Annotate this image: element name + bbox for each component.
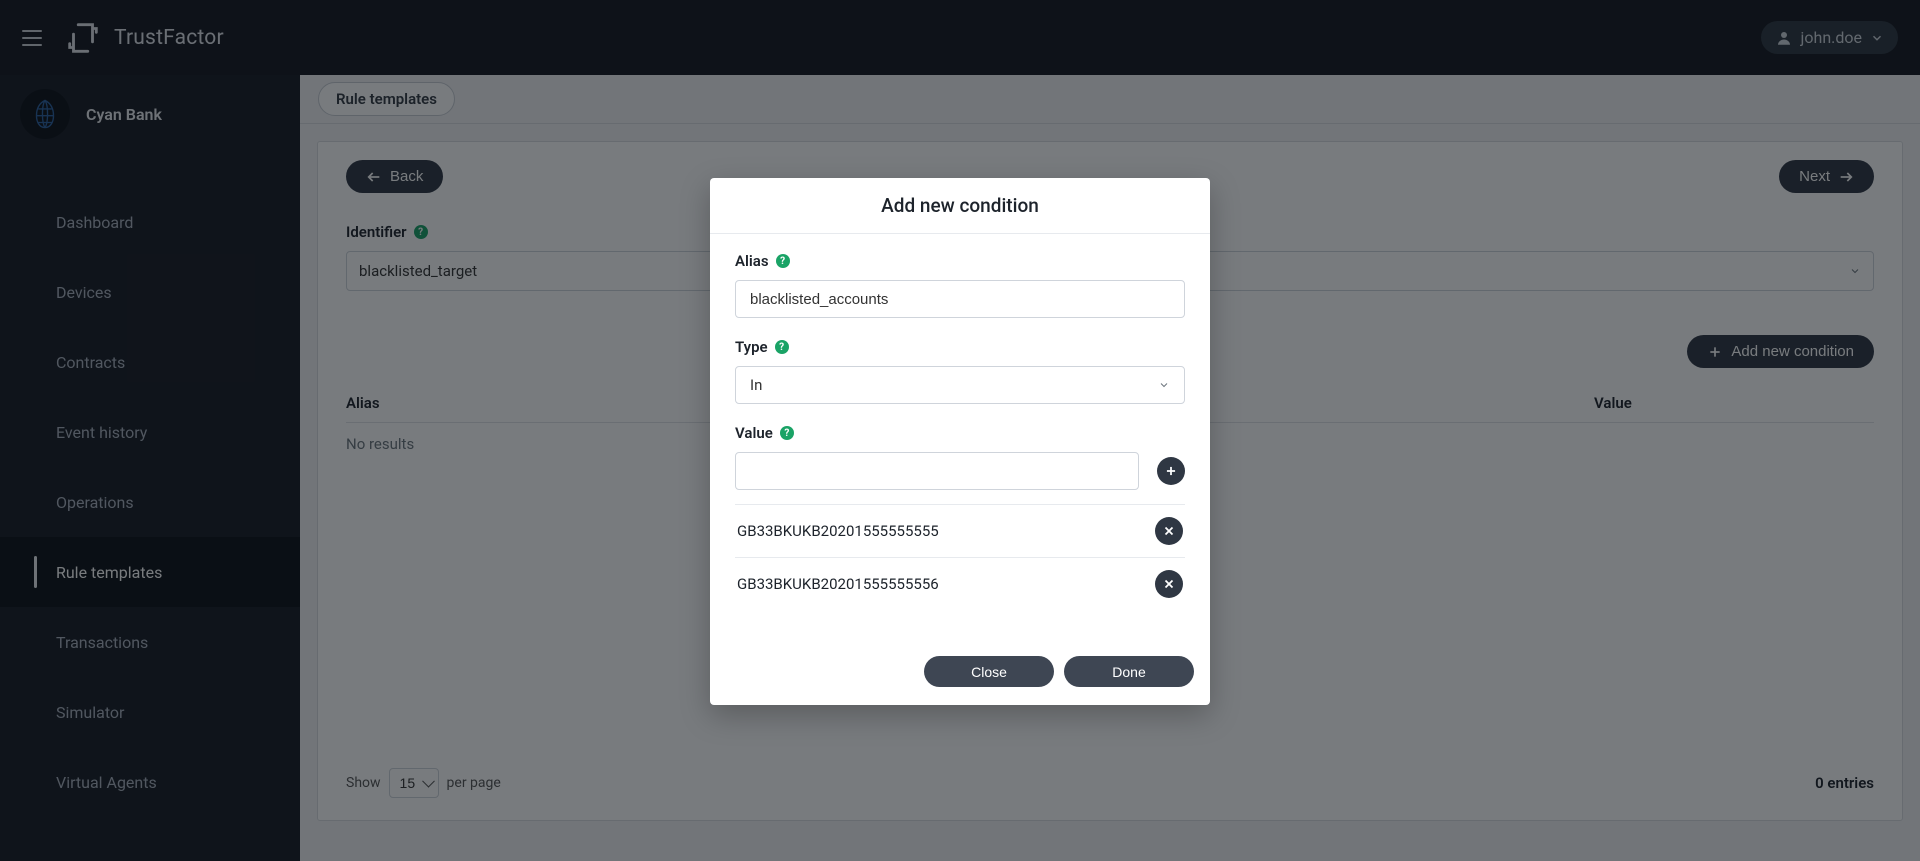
close-button[interactable]: Close [924, 656, 1054, 687]
type-select[interactable]: In [735, 366, 1185, 404]
close-icon [1162, 577, 1176, 591]
alias-input[interactable] [735, 280, 1185, 318]
chevron-down-icon [1158, 379, 1170, 391]
done-button[interactable]: Done [1064, 656, 1194, 687]
alias-label: Alias ? [735, 252, 1185, 270]
value-item: GB33BKUKB20201555555555 [735, 504, 1185, 557]
help-icon[interactable]: ? [775, 340, 789, 354]
value-label: Value ? [735, 424, 1185, 442]
help-icon[interactable]: ? [776, 254, 790, 268]
value-item: GB33BKUKB20201555555556 [735, 557, 1185, 610]
value-text: GB33BKUKB20201555555556 [737, 575, 939, 593]
value-text: GB33BKUKB20201555555555 [737, 522, 939, 540]
remove-value-button[interactable] [1155, 517, 1183, 545]
remove-value-button[interactable] [1155, 570, 1183, 598]
value-input[interactable] [735, 452, 1139, 490]
add-condition-modal: Add new condition Alias ? Type ? In [710, 178, 1210, 705]
plus-icon [1164, 464, 1178, 478]
add-value-button[interactable] [1157, 457, 1185, 485]
modal-title: Add new condition [710, 178, 1210, 234]
close-icon [1162, 524, 1176, 538]
value-list: GB33BKUKB20201555555555 GB33BKUKB20201555… [735, 504, 1185, 610]
type-label: Type ? [735, 338, 1185, 356]
help-icon[interactable]: ? [780, 426, 794, 440]
